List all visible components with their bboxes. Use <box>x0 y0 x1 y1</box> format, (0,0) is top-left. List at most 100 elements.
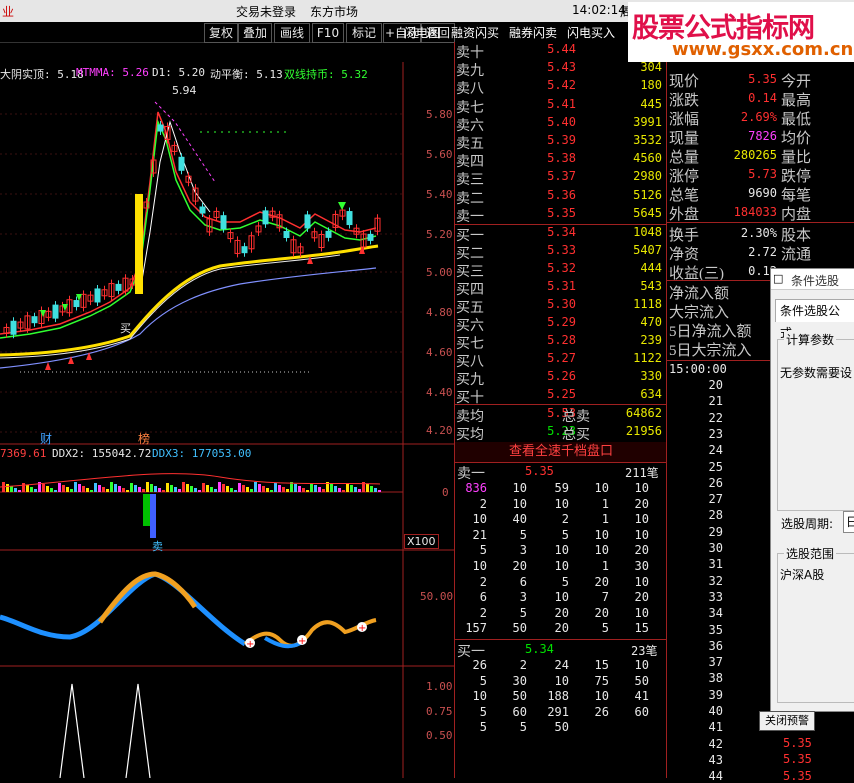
quote-value: 9690 <box>748 186 777 200</box>
buy-level-row[interactable]: 买九 5.26 330 <box>454 369 666 388</box>
buy-level-row[interactable]: 买七 5.28 239 <box>454 333 666 352</box>
l2-buy-order: 26 <box>594 704 609 719</box>
ddx-bar <box>90 490 93 492</box>
f10-button[interactable]: F10 <box>312 23 344 43</box>
tick-price: 5.35 <box>783 752 812 767</box>
quote-label-right: 流通 <box>781 247 812 263</box>
sell-level-row[interactable]: 卖四 5.38 4560 <box>454 151 666 170</box>
tick-minute: 32 <box>708 573 723 588</box>
finance-marker[interactable]: 财 <box>40 430 52 447</box>
sell-level-price: 5.44 <box>547 42 576 56</box>
l2-sell-order: 1 <box>601 512 609 527</box>
mark-button[interactable]: 标记 <box>346 23 382 43</box>
sell-level-row[interactable]: 卖五 5.39 3532 <box>454 133 666 152</box>
ddx-bar <box>366 484 369 492</box>
sell-level-volume: 304 <box>640 60 662 75</box>
buy-level-row[interactable]: 买十 5.25 634 <box>454 387 666 406</box>
margin-buy-button[interactable]: 融资闪买 <box>451 24 499 41</box>
tick-minute: 36 <box>708 638 723 653</box>
sell-level-row[interactable]: 卖十 5.44 <box>454 42 666 61</box>
l2-sell-order: 5 <box>561 527 569 542</box>
l2-buy1-price: 5.34 <box>525 642 554 656</box>
full-speed-depth-link[interactable]: 查看全速千档盘口 <box>455 442 667 463</box>
ddx-bar <box>82 486 85 492</box>
l2-sell1-price: 5.35 <box>525 464 554 478</box>
tick-minute: 43 <box>708 752 723 767</box>
draw-line-button[interactable]: 画线 <box>274 23 310 43</box>
buy-level-row[interactable]: 买三 5.32 444 <box>454 261 666 280</box>
scale-x100[interactable]: X100 <box>404 534 439 549</box>
buy-level-label: 买四 <box>456 283 484 298</box>
ddx-bar <box>18 490 21 492</box>
tick-minute: 29 <box>708 524 723 539</box>
l2-buy-order: 50 <box>634 673 649 688</box>
quote-label-right: 最低 <box>781 112 812 128</box>
quote-value: 2.69% <box>740 110 777 124</box>
price-tick: 5.60 <box>426 148 453 161</box>
close-alert-button[interactable]: 关闭预警 <box>759 711 815 731</box>
ddx-bar <box>98 485 101 492</box>
sell-level-volume: 5126 <box>633 187 662 202</box>
tick-minute: 20 <box>708 378 723 392</box>
l2-buy-order: 291 <box>547 704 569 719</box>
tick-minute: 30 <box>708 541 723 555</box>
buy-level-row[interactable]: 买八 5.27 1122 <box>454 351 666 370</box>
ddx-bar <box>262 486 265 492</box>
dialog-titlebar[interactable]: □ 条件选股 <box>771 269 854 290</box>
l2-sell-order: 20 <box>512 559 527 573</box>
sell-level-row[interactable]: 卖二 5.36 5126 <box>454 188 666 207</box>
l2-buy-order: 10 <box>594 689 609 704</box>
ddx-bar <box>174 487 177 492</box>
sell-level-volume: 180 <box>640 78 662 93</box>
ddx-bar <box>58 483 61 492</box>
sell-level-row[interactable]: 卖九 5.43 304 <box>454 60 666 79</box>
flash-buy-button[interactable]: 闪电买入 <box>567 24 615 41</box>
ddx-bar <box>202 483 205 492</box>
chart-canvas[interactable]: + + + <box>0 62 454 778</box>
buy-level-row[interactable]: 买五 5.30 1118 <box>454 297 666 316</box>
buy-level-volume: 5407 <box>633 243 662 257</box>
ddx-bar <box>334 486 337 492</box>
ranking-marker[interactable]: 榜 <box>138 430 150 447</box>
sell-level-row[interactable]: 卖一 5.35 5645 <box>454 206 666 225</box>
flow-label: 5日大宗流入 <box>669 343 752 359</box>
title-left-text: 业 <box>2 5 15 19</box>
buy-level-row[interactable]: 买一 5.34 1048 <box>454 225 666 244</box>
quote-label-right: 内盘 <box>781 207 812 223</box>
buy-level-row[interactable]: 买四 5.31 543 <box>454 279 666 298</box>
period-select[interactable]: 日 <box>843 511 854 533</box>
market-name[interactable]: 东方市场 <box>310 3 358 20</box>
buy-level-label: 买五 <box>456 301 484 316</box>
l2-sell-order: 10 <box>594 481 609 495</box>
buy-level-row[interactable]: 买二 5.33 5407 <box>454 243 666 262</box>
sell-level-row[interactable]: 卖六 5.40 3991 <box>454 115 666 134</box>
price-tick: 5.00 <box>426 266 453 279</box>
ddx-bar <box>234 490 237 492</box>
price-tick: 5.40 <box>426 188 453 201</box>
l2-buy-order: 30 <box>512 673 527 688</box>
buy-level-price: 5.25 <box>547 387 576 401</box>
sell-level-price: 5.38 <box>547 151 576 166</box>
overlay-button[interactable]: 叠加 <box>238 23 272 43</box>
quote-label: 涨幅 <box>669 112 700 128</box>
sell-level-row[interactable]: 卖七 5.41 445 <box>454 97 666 116</box>
ddx-bar <box>186 484 189 492</box>
ddx-bar <box>378 490 381 492</box>
l2-buy-order: 2 <box>519 658 527 672</box>
window-icon: □ <box>773 272 784 285</box>
scope-value[interactable]: 沪深A股 <box>780 566 824 583</box>
flash-chart-button[interactable]: 闪电图 <box>404 24 440 41</box>
ddx-bar <box>146 482 149 492</box>
buy-level-row[interactable]: 买六 5.29 470 <box>454 315 666 334</box>
restore-rights-button[interactable]: 复权 <box>204 23 238 43</box>
kline-chart[interactable]: + + + 大阴实顶: 5.18 MTMMA: 5.26 D1: 5.20 动平… <box>0 62 454 778</box>
l2-sell-order: 10 <box>554 496 569 511</box>
tick-minute: 25 <box>708 459 723 474</box>
tab-screener-formula[interactable]: 条件选股公式 <box>775 299 854 340</box>
login-status[interactable]: 交易未登录 <box>236 3 296 20</box>
ddx-bar <box>70 489 73 492</box>
sell-level-row[interactable]: 卖八 5.42 180 <box>454 78 666 97</box>
sell-level-row[interactable]: 卖三 5.37 2980 <box>454 169 666 188</box>
short-sell-button[interactable]: 融券闪卖 <box>509 24 557 41</box>
ddx-bar <box>222 484 225 492</box>
